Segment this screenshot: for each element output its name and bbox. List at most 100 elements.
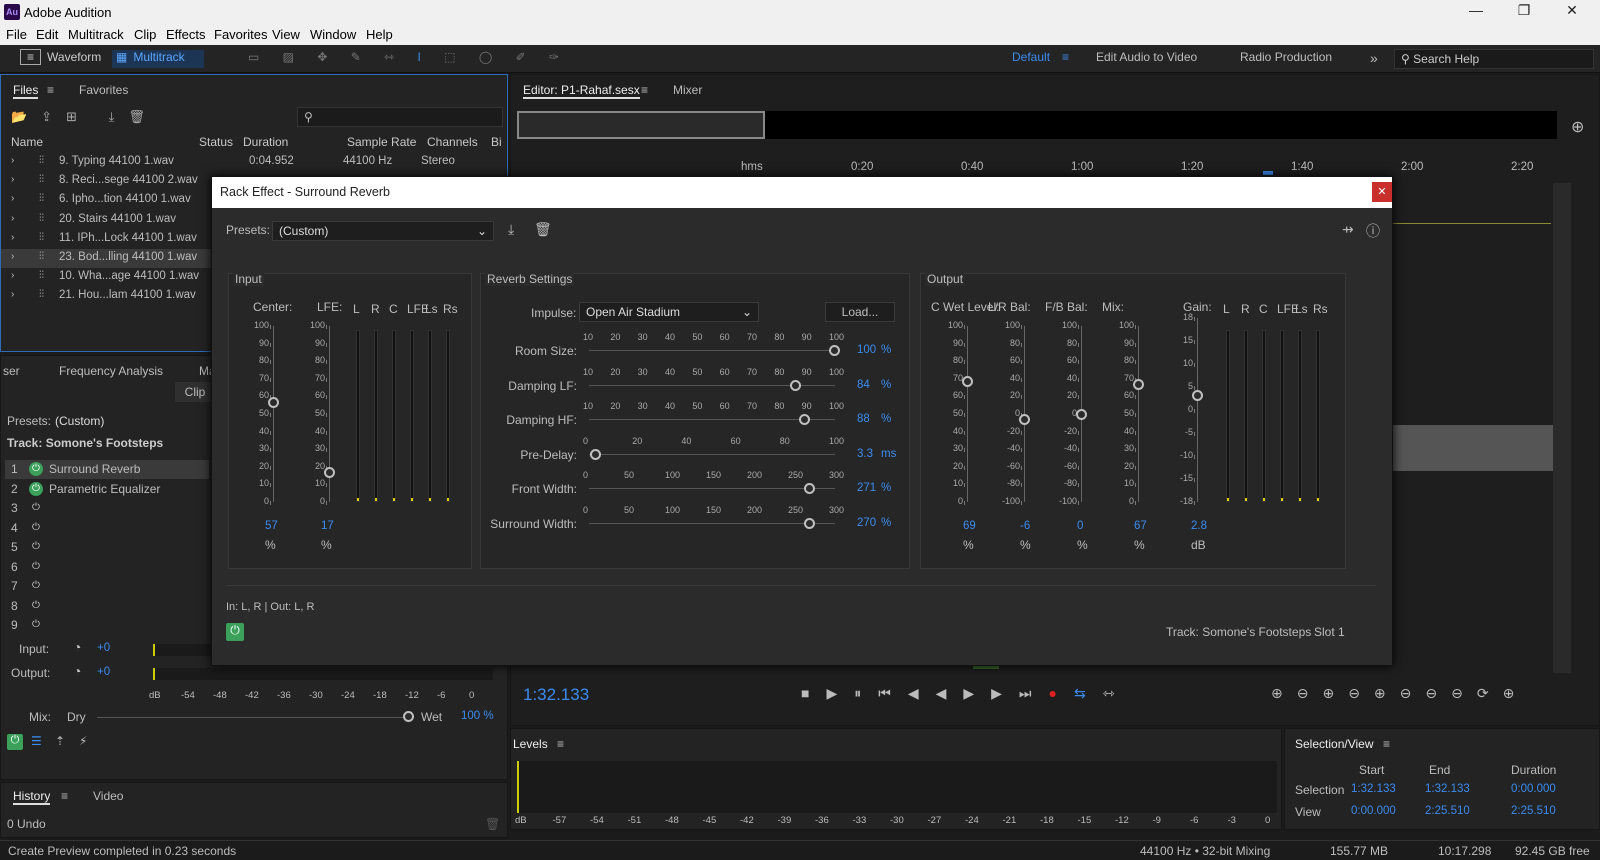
sel-end[interactable]: 1:32.133 xyxy=(1425,783,1470,795)
menu-window[interactable]: Window xyxy=(310,27,356,42)
lfe-slider-knob[interactable] xyxy=(324,467,335,479)
dialog-power-icon[interactable]: ⏻ xyxy=(226,623,244,641)
workspace-default[interactable]: Default xyxy=(1012,50,1050,68)
delete-icon[interactable]: 🗑 xyxy=(485,817,500,831)
power-icon[interactable]: ⏻ xyxy=(29,521,43,535)
waveform-button[interactable]: ≡ Waveform xyxy=(20,49,101,68)
menu-edit[interactable]: Edit xyxy=(36,27,58,42)
param-slider-track[interactable] xyxy=(589,419,835,421)
param-slider-track[interactable] xyxy=(589,350,835,351)
overview-viewport[interactable] xyxy=(517,111,765,139)
param-value[interactable]: 271 xyxy=(857,482,876,494)
output-knob-icon[interactable]: ◔ xyxy=(73,663,81,679)
save-preset-icon[interactable]: ⤓ xyxy=(508,221,514,238)
output-value[interactable]: +0 xyxy=(97,666,110,678)
files-search-input[interactable]: ⚲ xyxy=(297,107,503,127)
files-menu-icon[interactable]: ≡ xyxy=(47,83,54,97)
param-value[interactable]: 270 xyxy=(857,517,876,529)
slider-track[interactable] xyxy=(967,326,968,502)
power-icon[interactable]: ⏻ xyxy=(29,540,43,554)
param-slider-knob[interactable] xyxy=(804,518,816,529)
gain-value[interactable]: 2.8 xyxy=(1191,520,1207,532)
effect-slot[interactable]: 2 ⏻ Parametric Equalizer xyxy=(5,480,209,499)
param-value[interactable]: 3.3 xyxy=(857,448,873,460)
lfe-value[interactable]: 17 xyxy=(321,520,334,532)
rack-presets-value[interactable]: (Custom) xyxy=(55,414,104,428)
workspace-edit-audio-video[interactable]: Edit Audio to Video xyxy=(1096,50,1197,68)
tab-files[interactable]: Files xyxy=(13,83,39,99)
effect-slot[interactable]: 8 ⏻ xyxy=(5,597,209,616)
output-slider-knob[interactable] xyxy=(1019,414,1030,426)
editor-menu-icon[interactable]: ≡ xyxy=(641,83,648,97)
output-slider-knob[interactable] xyxy=(1076,409,1087,420)
power-icon[interactable]: ⏻ xyxy=(29,462,43,476)
chevron-right-icon[interactable]: › xyxy=(11,213,14,224)
transport-controls[interactable]: ■▶⏸⏮◀◀▶▶⏭●⇆⇿ xyxy=(801,685,1131,702)
col-bits[interactable]: Bi xyxy=(491,135,502,149)
tab-frequency-analysis[interactable]: Frequency Analysis xyxy=(59,364,163,378)
rack-power-icon[interactable]: ⏻ xyxy=(7,734,23,750)
multitrack-button[interactable]: ▦ Multitrack xyxy=(112,50,204,68)
workspace-menu-icon[interactable]: ≡ xyxy=(1062,50,1069,68)
rack-list-icon[interactable]: ☰ xyxy=(31,734,42,748)
menu-view[interactable]: View xyxy=(272,27,300,42)
param-slider-track[interactable] xyxy=(589,523,835,524)
dialog-presets-select[interactable]: (Custom) ⌄ xyxy=(272,221,494,241)
workspace-radio-production[interactable]: Radio Production xyxy=(1240,50,1332,68)
tab-editor[interactable]: Editor: P1-Rahaf.sesx xyxy=(523,83,640,99)
close-icon[interactable]: ✕ xyxy=(1562,2,1582,22)
output-slider-knob[interactable] xyxy=(1133,379,1144,391)
current-time[interactable]: 1:32.133 xyxy=(523,685,589,705)
chevron-right-icon[interactable]: › xyxy=(11,289,14,300)
menu-clip[interactable]: Clip xyxy=(134,27,156,42)
effect-slot[interactable]: 1 ⏻ Surround Reverb xyxy=(5,460,209,479)
playhead-marker[interactable] xyxy=(1263,171,1273,175)
effect-slot[interactable]: 9 ⏻ xyxy=(5,616,209,635)
file-row[interactable]: › ⫶⫶ 9. Typing 44100 1.wav 0:04.952 44100 Hz… xyxy=(1,153,507,172)
chevron-right-icon[interactable]: › xyxy=(11,174,14,185)
param-value[interactable]: 88 xyxy=(857,413,870,425)
tab-effects-rack[interactable]: ser xyxy=(3,364,20,378)
load-button[interactable]: Load... xyxy=(825,302,895,322)
menu-effects[interactable]: Effects xyxy=(166,27,206,42)
power-icon[interactable]: ⏻ xyxy=(29,579,43,593)
tab-history[interactable]: History xyxy=(13,789,51,805)
output-slider-value[interactable]: 69 xyxy=(963,520,976,532)
gain-slider-knob[interactable] xyxy=(1192,390,1203,402)
levels-menu-icon[interactable]: ≡ xyxy=(557,737,564,751)
col-duration[interactable]: Duration xyxy=(243,135,288,149)
effect-slot[interactable]: 5 ⏻ xyxy=(5,538,209,557)
slider-track[interactable] xyxy=(273,326,274,502)
output-slider-knob[interactable] xyxy=(962,375,973,387)
menu-multitrack[interactable]: Multitrack xyxy=(68,27,124,42)
delete-preset-icon[interactable]: 🗑 xyxy=(534,221,552,238)
effect-slot[interactable]: 3 ⏻ xyxy=(5,499,209,518)
zoom-controls[interactable]: ⊕⊖⊕⊖⊕⊖⊖⊖⟳⊕ xyxy=(1271,685,1528,702)
col-sample-rate[interactable]: Sample Rate xyxy=(347,135,416,149)
menu-favorites[interactable]: Favorites xyxy=(214,27,267,42)
col-name[interactable]: Name xyxy=(11,135,43,149)
view-duration[interactable]: 2:25.510 xyxy=(1511,805,1556,817)
restore-icon[interactable]: ❐ xyxy=(1514,2,1534,22)
input-knob-icon[interactable]: ◔ xyxy=(73,639,81,655)
search-help-field[interactable]: ⚲ Search Help xyxy=(1394,49,1594,69)
param-value[interactable]: 84 xyxy=(857,379,870,391)
clip-region[interactable] xyxy=(1383,425,1553,471)
view-start[interactable]: 0:00.000 xyxy=(1351,805,1396,817)
param-slider-track[interactable] xyxy=(589,488,835,490)
more-workspaces-icon[interactable]: » xyxy=(1370,50,1378,68)
param-slider-knob[interactable] xyxy=(590,448,602,460)
routing-icon[interactable]: ⇸ xyxy=(1342,221,1354,238)
output-slider-value[interactable]: 67 xyxy=(1134,520,1147,532)
power-icon[interactable]: ⏻ xyxy=(29,481,43,496)
tab-favorites[interactable]: Favorites xyxy=(79,83,128,97)
history-menu-icon[interactable]: ≡ xyxy=(61,789,68,803)
files-toolbar-icons[interactable]: 📂⇪⊞ ⤓🗑 xyxy=(11,109,159,125)
param-value[interactable]: 100 xyxy=(857,344,876,356)
slider-track[interactable] xyxy=(1197,318,1198,502)
impulse-select[interactable]: Open Air Stadium ⌄ xyxy=(579,302,759,322)
power-icon[interactable]: ⏻ xyxy=(29,501,43,515)
center-value[interactable]: 57 xyxy=(265,520,278,532)
param-slider-knob[interactable] xyxy=(799,414,811,426)
clip-button[interactable]: Clip xyxy=(175,382,215,402)
